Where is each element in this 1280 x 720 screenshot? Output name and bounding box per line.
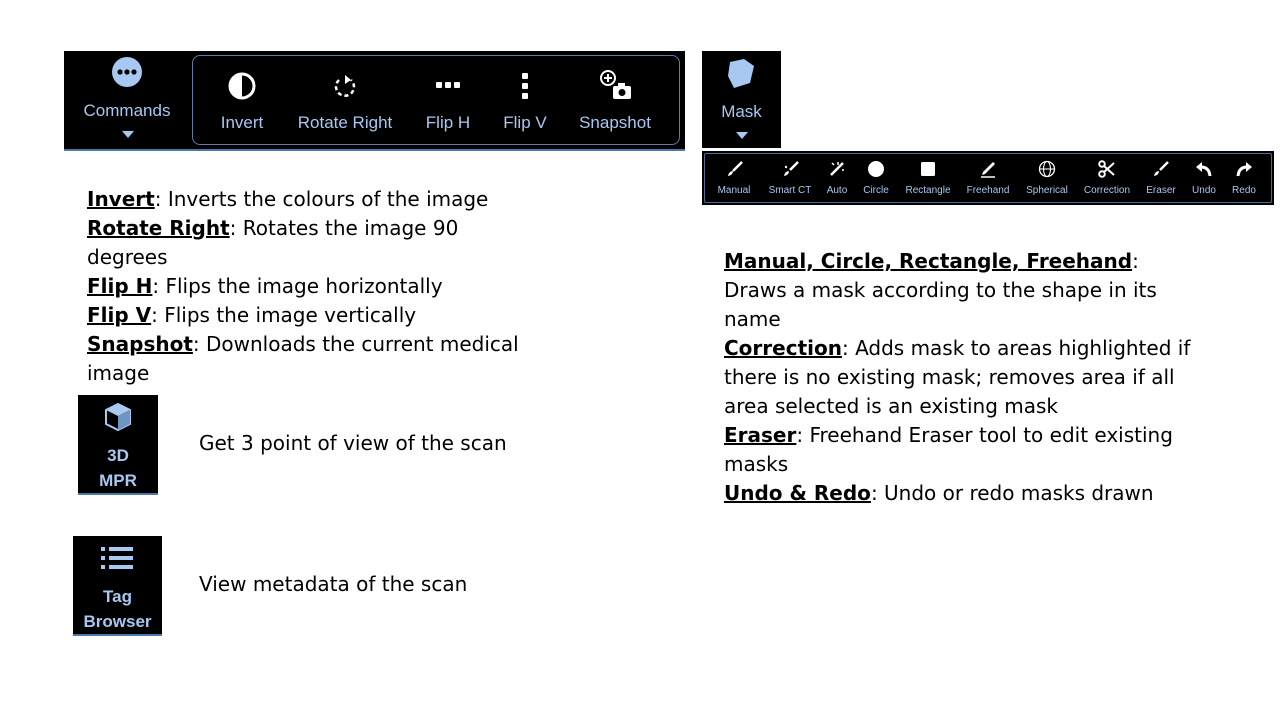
rotate-right-description: Rotate Right: Rotates the image 90 degre…	[87, 216, 459, 269]
undo-icon	[1196, 162, 1212, 177]
circle-icon	[868, 161, 884, 177]
flip-h-button[interactable]: Flip H	[415, 51, 481, 149]
spherical-tool-button[interactable]: Spherical	[1022, 157, 1072, 201]
rotate-right-icon	[334, 75, 356, 97]
eraser-tool-button[interactable]: Eraser	[1142, 157, 1180, 201]
circle-tool-button[interactable]: Circle	[858, 157, 894, 201]
undo-redo-description: Undo & Redo: Undo or redo masks drawn	[724, 481, 1154, 505]
chevron-down-icon	[736, 132, 748, 139]
spherical-label: Spherical	[1026, 185, 1068, 196]
browser-label: Browser	[83, 612, 152, 631]
contrast-icon	[228, 72, 256, 100]
freehand-label: Freehand	[966, 185, 1010, 196]
smart-ct-label: Smart CT	[768, 185, 812, 196]
invert-button[interactable]: Invert	[208, 51, 276, 149]
undo-button[interactable]: Undo	[1186, 157, 1222, 201]
mask-menu-button[interactable]: Mask	[702, 51, 781, 148]
mask-label: Mask	[721, 102, 762, 121]
shape-tools-description: Manual, Circle, Rectangle, Freehand: Dra…	[724, 249, 1157, 331]
3d-mpr-caption: Get 3 point of view of the scan	[199, 431, 507, 455]
list-icon	[101, 547, 133, 569]
auto-wand-icon	[830, 162, 844, 176]
eraser-brush-icon	[1154, 161, 1169, 176]
cube-icon	[105, 402, 131, 432]
manual-label: Manual	[717, 185, 751, 196]
snapshot-description: Snapshot: Downloads the current medical …	[87, 332, 519, 385]
flip-v-button[interactable]: Flip V	[493, 51, 557, 149]
mpr-label: MPR	[99, 471, 137, 490]
rotate-right-label: Rotate Right	[297, 113, 393, 132]
undo-label: Undo	[1192, 185, 1216, 196]
correction-description: Correction: Adds mask to areas highlight…	[724, 336, 1191, 418]
mask-description: Manual, Circle, Rectangle, Freehand: Dra…	[724, 247, 1194, 508]
correction-tool-button[interactable]: Correction	[1080, 157, 1134, 201]
square-icon	[921, 162, 935, 176]
flip-v-label: Flip V	[503, 113, 547, 132]
eraser-description: Eraser: Freehand Eraser tool to edit exi…	[724, 423, 1173, 476]
commands-description: Invert: Inverts the colours of the image…	[87, 185, 537, 388]
pencil-icon	[981, 162, 995, 178]
manual-tool-button[interactable]: Manual	[714, 157, 754, 201]
mask-shape-icon	[728, 59, 754, 88]
scissors-icon	[1098, 160, 1115, 178]
invert-label: Invert	[220, 113, 264, 132]
freehand-tool-button[interactable]: Freehand	[964, 157, 1012, 201]
brush-icon	[728, 161, 743, 176]
rectangle-tool-button[interactable]: Rectangle	[902, 157, 954, 201]
dots-horizontal-icon	[436, 82, 460, 88]
flip-h-description: Flip H: Flips the image horizontally	[87, 274, 443, 298]
more-circle-icon	[112, 57, 142, 87]
flip-v-description: Flip V: Flips the image vertically	[87, 303, 417, 327]
3d-label: 3D	[107, 446, 129, 465]
globe-icon	[1038, 160, 1056, 178]
auto-label: Auto	[826, 185, 848, 196]
smart-ct-tool-button[interactable]: Smart CT	[764, 157, 816, 201]
3d-mpr-button[interactable]: 3D MPR	[78, 395, 158, 495]
tag-label: Tag	[103, 587, 132, 606]
correction-label: Correction	[1083, 185, 1131, 196]
redo-button[interactable]: Redo	[1226, 157, 1262, 201]
camera-plus-icon	[600, 70, 631, 99]
commands-menu-button[interactable]: Commands	[64, 51, 190, 151]
eraser-label: Eraser	[1146, 185, 1176, 196]
smart-brush-icon	[784, 161, 799, 176]
snapshot-label: Snapshot	[579, 113, 651, 132]
snapshot-button[interactable]: Snapshot	[570, 51, 660, 149]
dots-vertical-icon	[522, 73, 528, 99]
rectangle-label: Rectangle	[905, 185, 951, 196]
rotate-right-button[interactable]: Rotate Right	[290, 51, 400, 149]
redo-icon	[1236, 162, 1252, 177]
flip-h-label: Flip H	[425, 113, 471, 132]
circle-label: Circle	[863, 185, 889, 196]
invert-description: Invert: Inverts the colours of the image	[87, 187, 489, 211]
chevron-down-icon	[122, 131, 134, 138]
redo-label: Redo	[1232, 185, 1256, 196]
commands-toolbar: Invert Rotate Right Flip H Flip V Snapsh…	[190, 51, 685, 151]
commands-label: Commands	[83, 101, 171, 120]
mask-toolbar: Manual Smart CT Auto Circle Rectangle Fr…	[702, 151, 1274, 205]
tag-browser-caption: View metadata of the scan	[199, 572, 468, 596]
tag-browser-button[interactable]: Tag Browser	[73, 536, 162, 636]
auto-tool-button[interactable]: Auto	[820, 157, 854, 201]
